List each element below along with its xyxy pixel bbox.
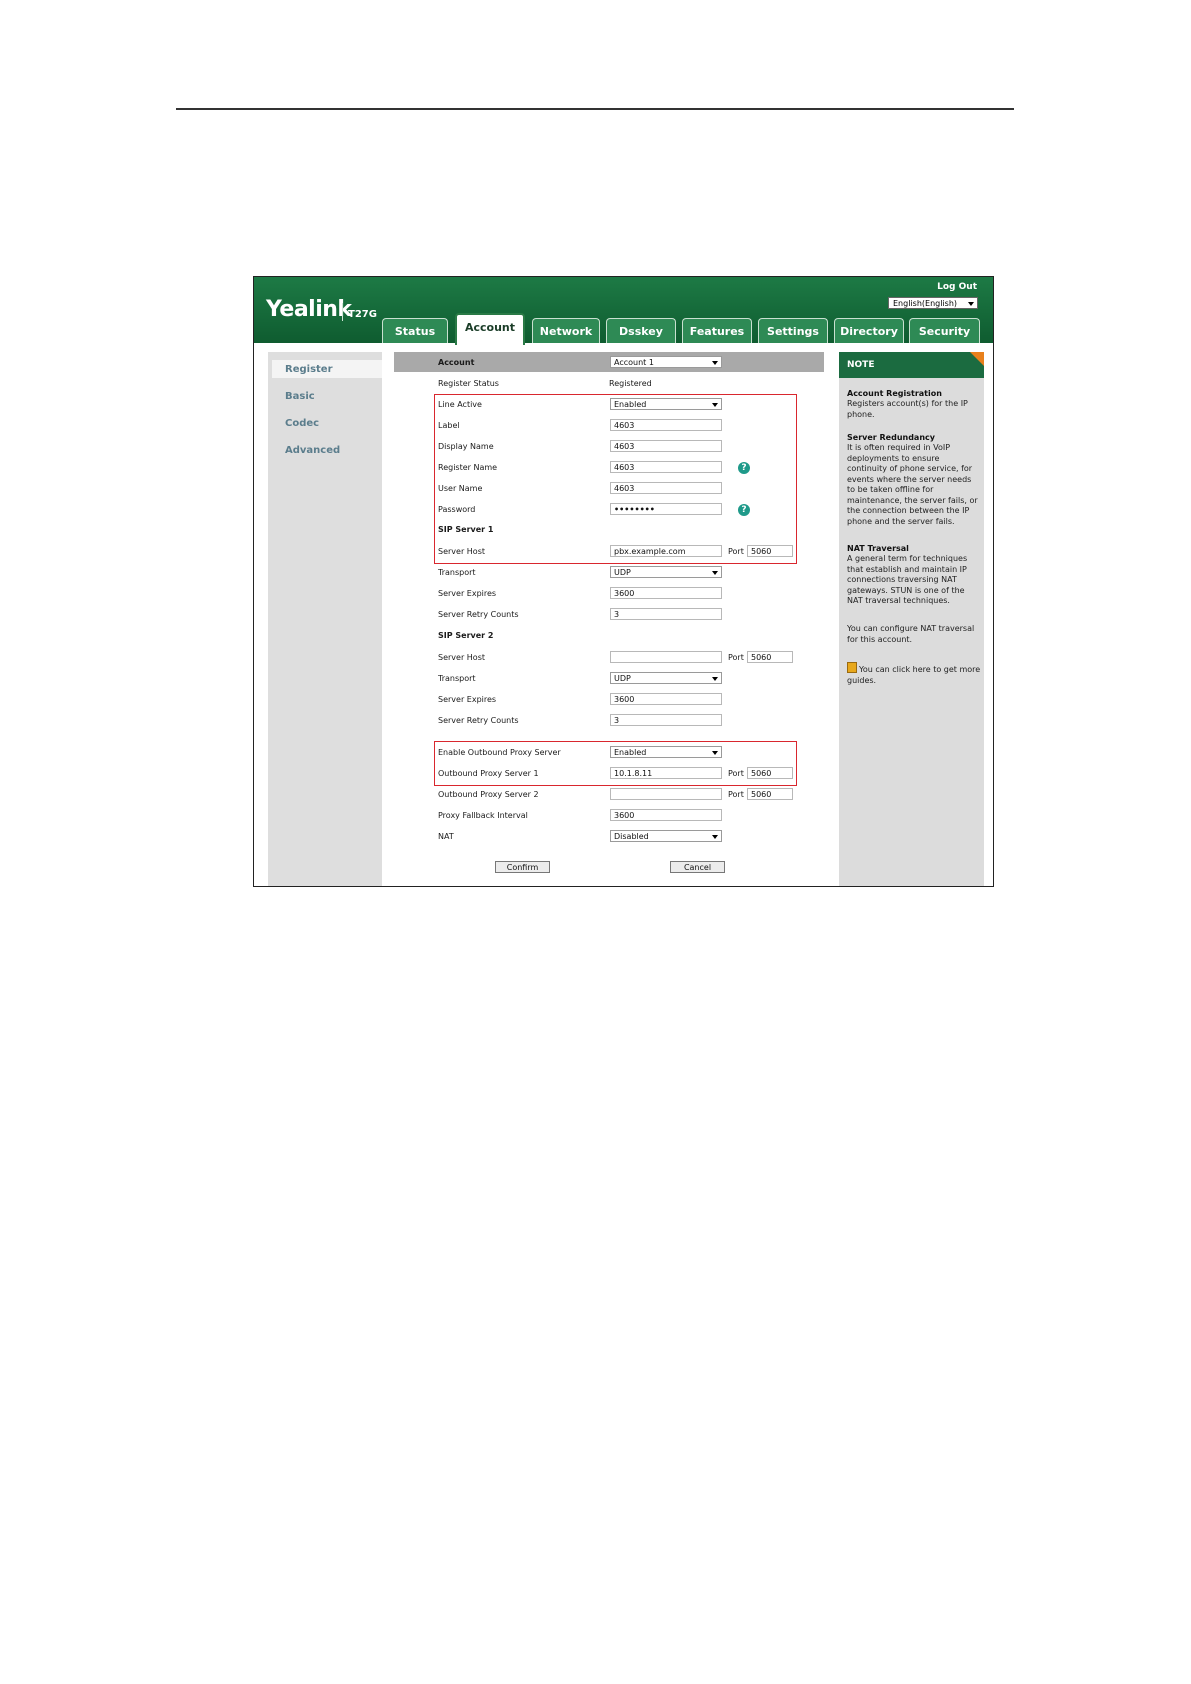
sip2-server-expires-input[interactable]: 3600 <box>610 693 722 705</box>
note-corner-fold <box>970 352 984 366</box>
sip1-transport-select[interactable]: UDP <box>610 566 722 578</box>
note-guides-text: You can click here to get more guides. <box>847 665 981 685</box>
sip1-transport-label: Transport <box>438 568 476 577</box>
sip2-port-label: Port <box>728 653 744 662</box>
sip2-transport-value: UDP <box>614 674 631 683</box>
proxy-fallback-interval-input[interactable]: 3600 <box>610 809 722 821</box>
chevron-down-icon <box>712 677 718 681</box>
chevron-down-icon <box>712 361 718 365</box>
outbound-proxy-2-port-input[interactable]: 5060 <box>747 788 793 800</box>
outbound-proxy-2-input[interactable] <box>610 788 722 800</box>
chevron-down-icon <box>712 571 718 575</box>
note-nat-traversal-text: A general term for techniques that estab… <box>847 554 968 605</box>
tab-dsskey[interactable]: Dsskey <box>606 318 676 343</box>
tab-directory[interactable]: Directory <box>834 318 904 343</box>
cancel-button[interactable]: Cancel <box>670 861 725 873</box>
tab-account[interactable]: Account <box>455 313 525 345</box>
sip2-retry-counts-label: Server Retry Counts <box>438 716 519 725</box>
note-header: NOTE <box>839 352 984 378</box>
sip2-server-host-label: Server Host <box>438 653 485 662</box>
note-guides-link[interactable]: You can click here to get more guides. <box>847 662 981 686</box>
note-server-redundancy-text: It is often required in VoIP deployments… <box>847 443 978 526</box>
register-status-label: Register Status <box>438 379 499 388</box>
phone-model: T27G <box>348 309 377 320</box>
note-account-registration-title: Account Registration <box>847 389 942 398</box>
tab-status[interactable]: Status <box>382 318 448 343</box>
language-select[interactable]: English(English) <box>888 297 978 309</box>
outbound-proxy-2-port-label: Port <box>728 790 744 799</box>
tab-network[interactable]: Network <box>532 318 600 343</box>
document-top-rule <box>176 108 1014 110</box>
note-nat-configure-text: You can configure NAT traversal for this… <box>847 624 975 644</box>
account-select-value: Account 1 <box>614 358 654 367</box>
sip1-transport-value: UDP <box>614 568 631 577</box>
confirm-button[interactable]: Confirm <box>495 861 550 873</box>
register-status-value: Registered <box>609 379 652 388</box>
logout-link[interactable]: Log Out <box>937 282 977 292</box>
chevron-down-icon <box>968 302 974 306</box>
sidebar-item-basic[interactable]: Basic <box>285 391 315 402</box>
logo-divider <box>342 303 343 321</box>
sidebar-item-advanced[interactable]: Advanced <box>285 445 340 456</box>
sip2-transport-label: Transport <box>438 674 476 683</box>
proxy-fallback-interval-label: Proxy Fallback Interval <box>438 811 528 820</box>
account-label: Account <box>438 358 475 367</box>
sip2-server-host-input[interactable] <box>610 651 722 663</box>
yealink-logo: Yealink <box>266 297 352 322</box>
nat-label: NAT <box>438 832 454 841</box>
web-ui-screenshot: Yealink T27G Log Out English(English) St… <box>253 276 994 887</box>
sip1-retry-counts-input[interactable]: 3 <box>610 608 722 620</box>
sip-server-2-title: SIP Server 2 <box>438 631 494 640</box>
note-panel: NOTE Account Registration Registers acco… <box>839 352 984 886</box>
language-value: English(English) <box>893 299 958 308</box>
tab-security[interactable]: Security <box>909 318 980 343</box>
sip2-transport-select[interactable]: UDP <box>610 672 722 684</box>
sip1-server-expires-label: Server Expires <box>438 589 497 598</box>
sidebar-item-register[interactable]: Register <box>285 364 333 375</box>
chevron-down-icon <box>712 835 718 839</box>
sip2-server-expires-label: Server Expires <box>438 695 497 704</box>
nat-select[interactable]: Disabled <box>610 830 722 842</box>
sidebar: Register Basic Codec Advanced <box>268 352 382 886</box>
sip1-server-expires-input[interactable]: 3600 <box>610 587 722 599</box>
highlight-box-outbound-proxy <box>434 741 797 786</box>
note-nat-traversal-title: NAT Traversal <box>847 544 909 553</box>
nat-value: Disabled <box>614 832 649 841</box>
header-bar: Yealink T27G Log Out English(English) St… <box>254 277 993 345</box>
sidebar-item-codec[interactable]: Codec <box>285 418 319 429</box>
tab-settings[interactable]: Settings <box>758 318 828 343</box>
outbound-proxy-2-label: Outbound Proxy Server 2 <box>438 790 539 799</box>
sip1-retry-counts-label: Server Retry Counts <box>438 610 519 619</box>
account-select[interactable]: Account 1 <box>610 356 722 368</box>
tab-features[interactable]: Features <box>682 318 752 343</box>
highlight-box-registration <box>434 394 797 564</box>
register-form: Account Account 1 Register Status Regist… <box>394 352 834 886</box>
sip2-retry-counts-input[interactable]: 3 <box>610 714 722 726</box>
note-server-redundancy-title: Server Redundancy <box>847 433 935 442</box>
book-icon <box>847 662 857 673</box>
sip2-port-input[interactable]: 5060 <box>747 651 793 663</box>
note-account-registration-text: Registers account(s) for the IP phone. <box>847 399 968 419</box>
